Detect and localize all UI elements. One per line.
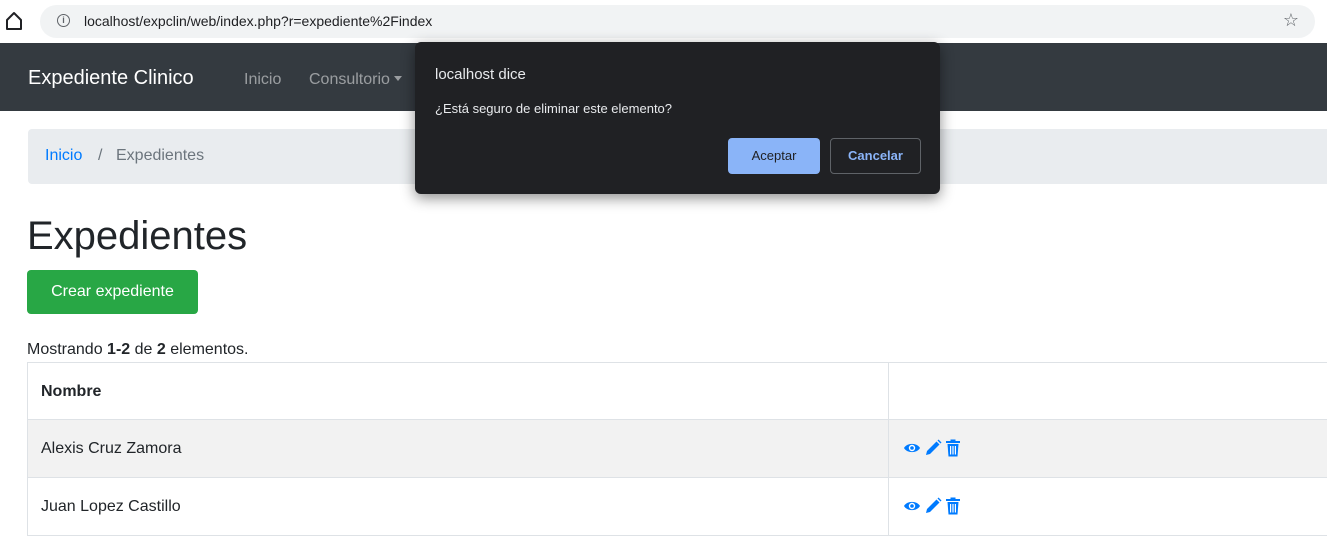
navbar-brand[interactable]: Expediente Clinico bbox=[28, 67, 194, 90]
summary-total: 2 bbox=[156, 341, 166, 358]
pencil-icon[interactable] bbox=[924, 439, 942, 457]
cell-nombre: Juan Lopez Castillo bbox=[27, 478, 889, 535]
summary-range: 1-2 bbox=[107, 341, 131, 358]
grid-summary: Mostrando 1-2 de 2 elementos. bbox=[27, 341, 248, 359]
cancel-button[interactable]: Cancelar bbox=[830, 138, 921, 174]
trash-icon[interactable] bbox=[945, 439, 961, 457]
confirm-dialog: localhost dice ¿Está seguro de eliminar … bbox=[415, 42, 940, 194]
table-row: Alexis Cruz Zamora bbox=[27, 420, 1327, 478]
header-cell-nombre: Nombre bbox=[27, 363, 889, 419]
row-nombre: Juan Lopez Castillo bbox=[41, 498, 181, 515]
dialog-message: ¿Está seguro de eliminar este elemento? bbox=[435, 101, 673, 116]
row-actions bbox=[903, 439, 961, 457]
cell-actions bbox=[889, 478, 1327, 535]
header-cell-actions bbox=[889, 363, 1327, 419]
trash-icon[interactable] bbox=[945, 497, 961, 515]
nav-item-inicio[interactable]: Inicio bbox=[244, 71, 281, 89]
cell-actions bbox=[889, 420, 1327, 477]
dialog-title: localhost dice bbox=[435, 66, 526, 83]
cell-nombre: Alexis Cruz Zamora bbox=[27, 420, 889, 477]
summary-middle: de bbox=[130, 341, 157, 358]
summary-suffix: elementos. bbox=[165, 341, 249, 358]
nav-item-consultorio-label: Consultorio bbox=[309, 71, 390, 88]
create-expediente-button[interactable]: Crear expediente bbox=[27, 270, 198, 314]
eye-icon[interactable] bbox=[903, 499, 921, 513]
accept-button[interactable]: Aceptar bbox=[728, 138, 820, 174]
nav-item-consultorio[interactable]: Consultorio bbox=[309, 71, 402, 89]
table-row: Juan Lopez Castillo bbox=[27, 478, 1327, 536]
table-header-row: Nombre bbox=[27, 362, 1327, 420]
summary-prefix: Mostrando bbox=[27, 341, 108, 358]
page-title: Expedientes bbox=[27, 214, 248, 258]
row-actions bbox=[903, 497, 961, 515]
chevron-down-icon bbox=[393, 76, 402, 81]
home-icon[interactable] bbox=[4, 10, 24, 32]
breadcrumb-home-link[interactable]: Inicio bbox=[45, 147, 82, 165]
info-icon[interactable]: i bbox=[57, 14, 70, 27]
breadcrumb-current: Expedientes bbox=[116, 147, 205, 164]
breadcrumb-separator: / bbox=[98, 147, 103, 164]
pencil-icon[interactable] bbox=[924, 497, 942, 515]
column-header-nombre[interactable]: Nombre bbox=[41, 383, 101, 401]
row-nombre: Alexis Cruz Zamora bbox=[41, 440, 182, 457]
star-icon[interactable]: ☆ bbox=[1283, 10, 1299, 31]
eye-icon[interactable] bbox=[903, 441, 921, 455]
address-bar[interactable]: i localhost/expclin/web/index.php?r=expe… bbox=[40, 5, 1315, 38]
browser-toolbar: i localhost/expclin/web/index.php?r=expe… bbox=[0, 0, 1327, 43]
expedientes-table: Nombre Alexis Cruz Zamora Juan Lopez Cas… bbox=[27, 362, 1327, 536]
url-text[interactable]: localhost/expclin/web/index.php?r=expedi… bbox=[84, 13, 432, 29]
